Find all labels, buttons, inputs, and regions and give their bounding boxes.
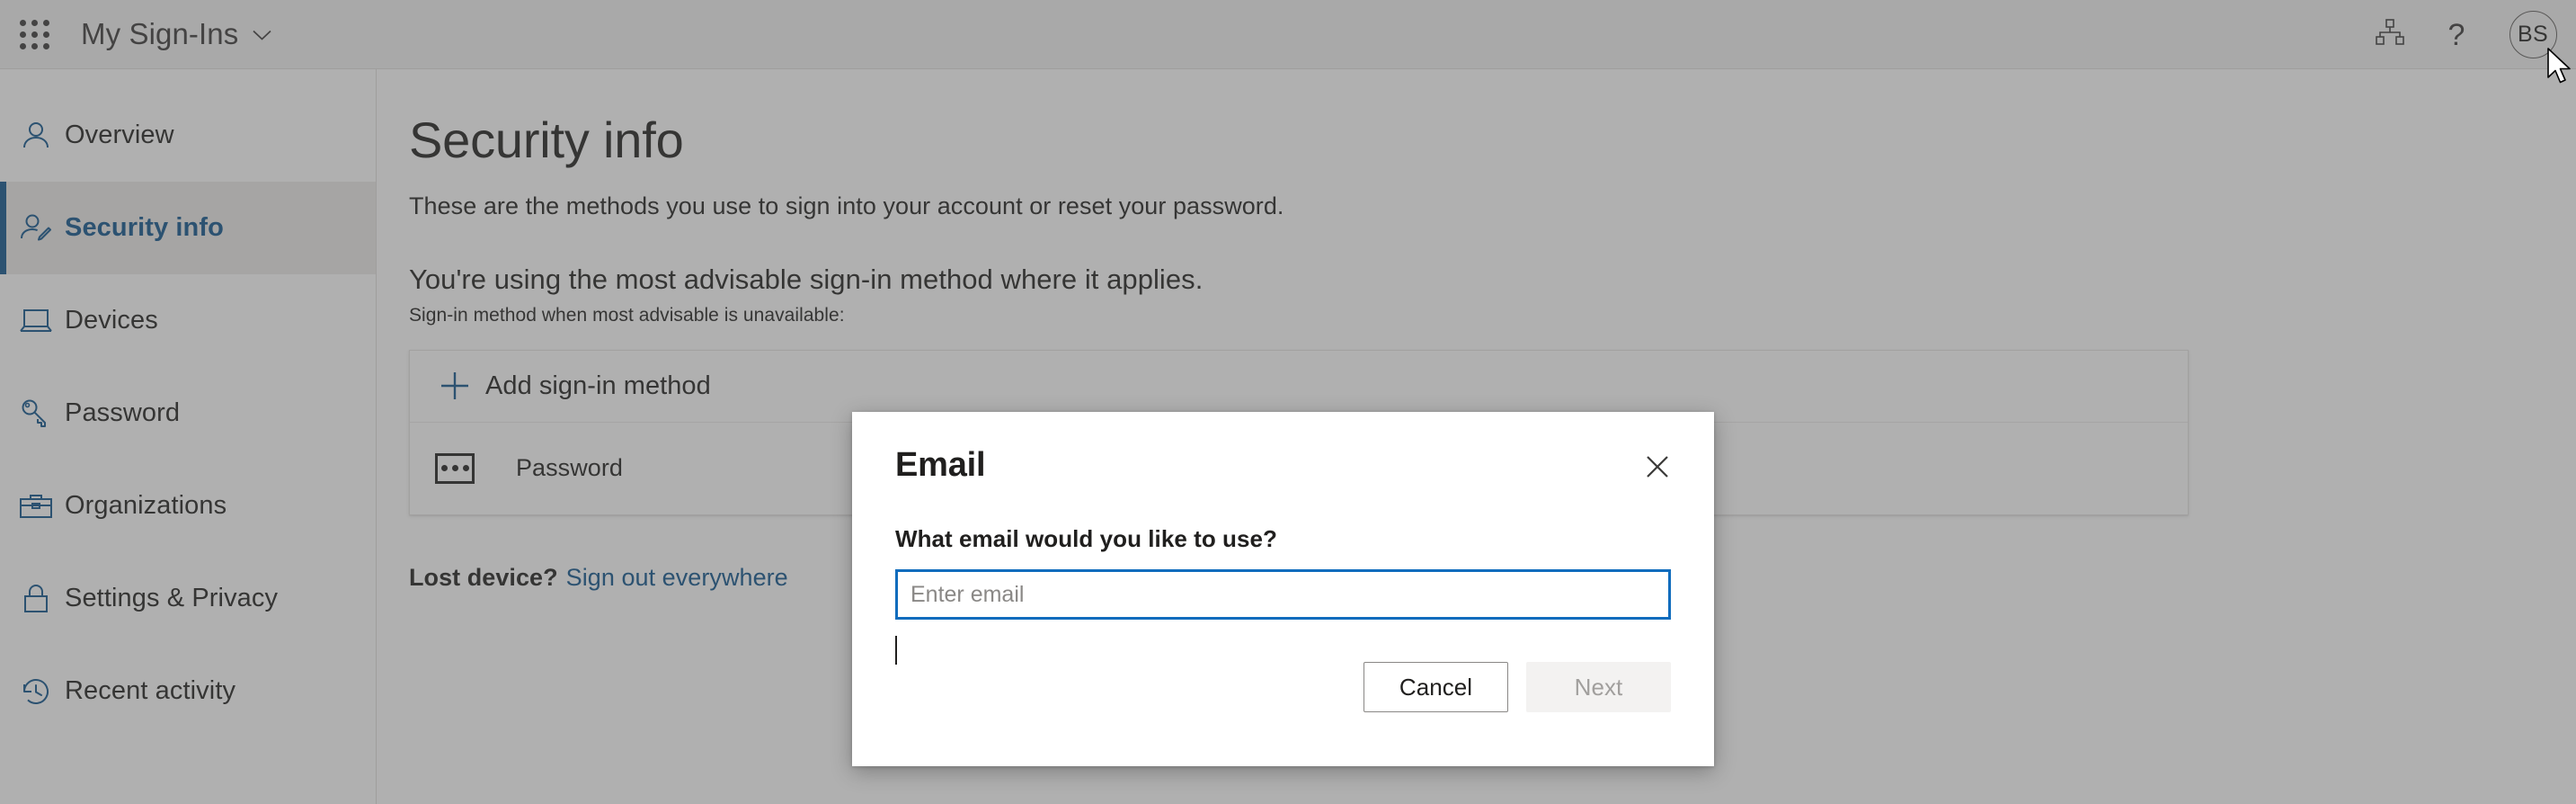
close-x-icon[interactable]: [1639, 448, 1676, 486]
dialog-header: Email: [895, 412, 1671, 486]
text-caret: [895, 636, 897, 665]
email-dialog: Email What email would you like to use? …: [852, 412, 1714, 766]
app-root: My Sign-Ins ? BS Overview Security info …: [0, 0, 2576, 804]
email-question-label: What email would you like to use?: [895, 525, 1277, 552]
next-button[interactable]: Next: [1526, 662, 1671, 712]
dialog-title: Email: [895, 446, 986, 484]
cancel-button[interactable]: Cancel: [1364, 662, 1508, 712]
dialog-actions: Cancel Next: [1364, 662, 1671, 712]
email-input[interactable]: [895, 569, 1671, 620]
